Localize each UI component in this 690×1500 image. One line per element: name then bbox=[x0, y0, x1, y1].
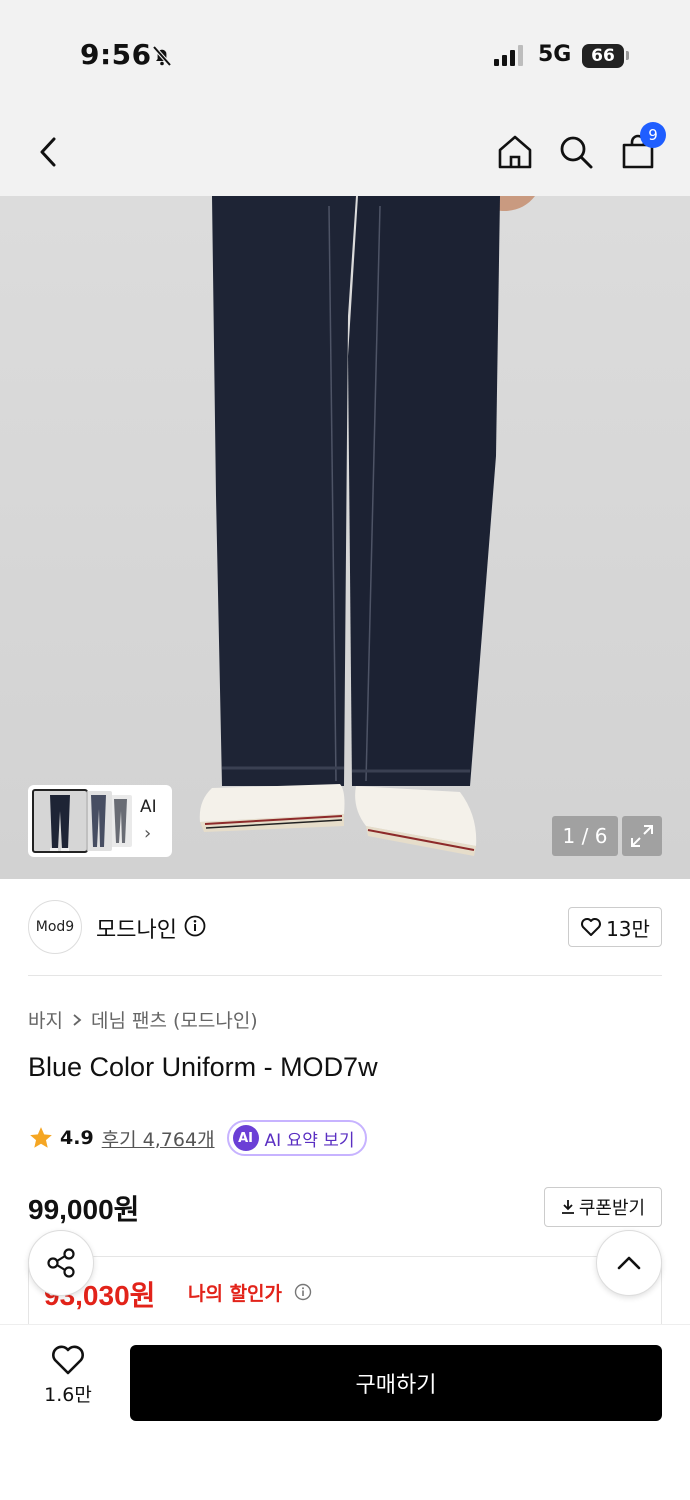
product-title: Blue Color Uniform - MOD7w bbox=[28, 1052, 378, 1082]
chevron-right-icon: › bbox=[144, 823, 152, 844]
product-image[interactable]: AI › 1 / 6 bbox=[0, 196, 690, 879]
chevron-left-icon bbox=[40, 137, 56, 167]
discount-label: 나의 할인가 bbox=[188, 1283, 283, 1305]
silent-bell-icon bbox=[152, 45, 172, 67]
thumbnail-2[interactable] bbox=[86, 791, 112, 851]
coupon-download-button[interactable]: 쿠폰받기 bbox=[544, 1187, 662, 1227]
chevron-right-icon bbox=[73, 1013, 82, 1026]
signal-icon bbox=[494, 44, 523, 66]
buy-button[interactable]: 구매하기 bbox=[130, 1345, 662, 1421]
coupon-label: 쿠폰받기 bbox=[578, 1198, 646, 1219]
thumbnail-1[interactable] bbox=[32, 789, 88, 853]
thumbnail-jeans-image bbox=[50, 795, 70, 851]
info-icon[interactable] bbox=[184, 915, 206, 937]
jeans-photo bbox=[0, 196, 690, 879]
scroll-top-button[interactable] bbox=[596, 1230, 662, 1296]
cart-count-badge: 9 bbox=[640, 122, 666, 148]
wishlist-count: 1.6만 bbox=[44, 1384, 92, 1406]
thumbnail-jeans-image bbox=[91, 795, 106, 847]
info-icon[interactable] bbox=[294, 1283, 312, 1301]
search-icon bbox=[560, 136, 593, 169]
search-button[interactable] bbox=[554, 130, 598, 174]
ai-badge-icon: AI bbox=[232, 1125, 259, 1151]
network-type: 5G bbox=[538, 42, 572, 67]
thumbnail-3[interactable] bbox=[110, 795, 132, 847]
share-button[interactable] bbox=[28, 1230, 94, 1296]
download-icon bbox=[561, 1200, 574, 1214]
heart-icon bbox=[52, 1345, 84, 1375]
top-nav: 9 bbox=[0, 110, 690, 196]
rating-value: 4.9 bbox=[60, 1127, 94, 1149]
home-button[interactable] bbox=[493, 130, 537, 174]
ai-summary-label: AI 요약 보기 bbox=[264, 1130, 355, 1151]
brand-like-count: 13만 bbox=[606, 916, 650, 941]
review-count-link[interactable]: 후기 4,764개 bbox=[102, 1125, 215, 1152]
cart-button[interactable]: 9 bbox=[616, 122, 666, 174]
heart-icon bbox=[581, 918, 602, 936]
battery-tip bbox=[626, 51, 629, 60]
status-bar: 9:56 5G 66 bbox=[0, 0, 690, 110]
image-counter: 1 / 6 bbox=[552, 816, 618, 856]
brand-name[interactable]: 모드나인 bbox=[96, 912, 177, 944]
product-price: 99,000원 bbox=[28, 1194, 140, 1225]
brand-logo[interactable]: Mod9 bbox=[28, 900, 82, 954]
back-button[interactable] bbox=[26, 130, 70, 174]
divider bbox=[28, 975, 662, 976]
chevron-up-icon bbox=[617, 1256, 641, 1270]
thumbnail-jeans-image bbox=[114, 799, 127, 843]
wishlist-button[interactable]: 1.6만 bbox=[36, 1344, 100, 1414]
battery-level: 66 bbox=[591, 46, 615, 66]
breadcrumb-item-pants[interactable]: 바지 bbox=[28, 1006, 63, 1033]
star-icon bbox=[30, 1127, 52, 1148]
expand-button[interactable] bbox=[622, 816, 662, 856]
breadcrumb: 바지 데님 팬츠 (모드나인) bbox=[28, 1006, 258, 1033]
rating-row: 4.9 후기 4,764개 AI AI 요약 보기 bbox=[28, 1120, 367, 1156]
ai-label: AI bbox=[140, 797, 157, 817]
share-icon bbox=[47, 1248, 75, 1278]
home-icon bbox=[498, 135, 532, 169]
breadcrumb-item-category[interactable]: 데님 팬츠 (모드나인) bbox=[91, 1006, 258, 1033]
battery-icon: 66 bbox=[582, 44, 624, 68]
status-time: 9:56 bbox=[80, 38, 152, 71]
brand-like-button[interactable]: 13만 bbox=[568, 907, 662, 947]
expand-icon bbox=[631, 825, 653, 847]
ai-thumbnail-strip[interactable]: AI › bbox=[28, 785, 172, 857]
ai-summary-button[interactable]: AI AI 요약 보기 bbox=[226, 1120, 367, 1156]
